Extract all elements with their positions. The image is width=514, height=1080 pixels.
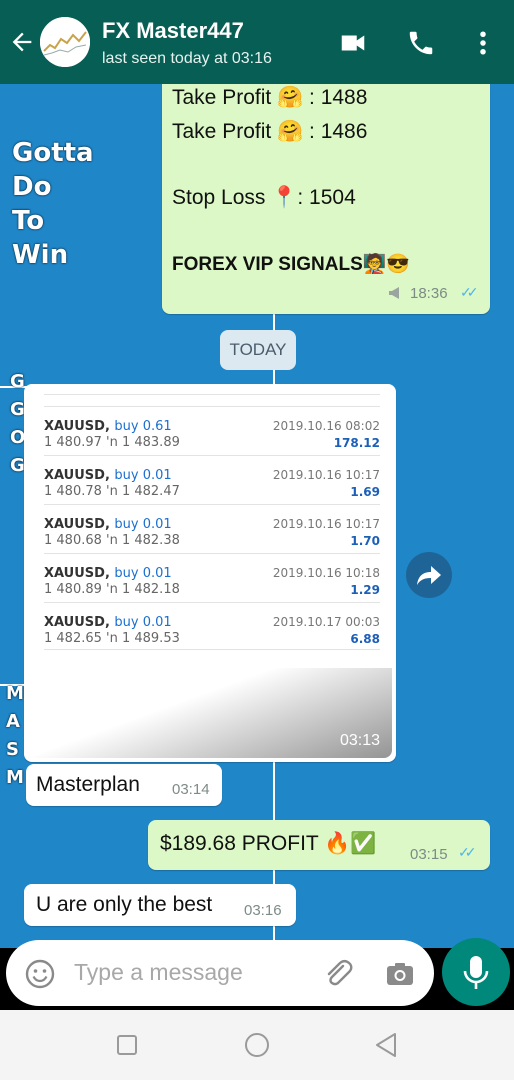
read-receipt-icon: ✓✓ [460, 284, 479, 300]
take-profit-2: Take Profit 🤗 : 1486 [172, 120, 368, 143]
message-placeholder[interactable]: Type a message [74, 959, 243, 986]
voice-message-button[interactable] [442, 938, 510, 1006]
trade-row: XAUUSD, buy 0.01 1 480.68 'n 1 482.38 20… [44, 504, 380, 551]
incoming-message[interactable]: Masterplan 03:14 [26, 764, 222, 806]
attach-icon[interactable] [322, 958, 354, 990]
message-time: 03:13 [339, 732, 380, 749]
signal-message[interactable]: Take Profit 🤗 : 1488 Take Profit 🤗 : 148… [162, 84, 490, 314]
home-icon[interactable] [244, 1032, 270, 1058]
chat-area[interactable]: Gotta Do To Win G G O G M A S M Take Pro… [0, 84, 514, 948]
microphone-icon [463, 956, 489, 989]
emoji-icon[interactable] [24, 958, 56, 990]
last-seen-status: last seen today at 03:16 [102, 50, 272, 67]
more-options-icon[interactable] [468, 28, 498, 58]
back-nav-icon[interactable] [374, 1032, 398, 1058]
contact-name[interactable]: FX Master447 [102, 18, 244, 44]
date-divider: TODAY [220, 330, 296, 370]
trade-row: XAUUSD, buy 0.61 1 480.97 'n 1 483.89 20… [44, 406, 380, 453]
video-call-icon[interactable] [338, 28, 368, 58]
wallpaper-letters: M A S M [6, 683, 24, 788]
message-text: U are only the best [36, 893, 213, 916]
message-time: 18:36 [410, 285, 448, 302]
avatar[interactable] [40, 17, 90, 67]
system-nav-bar [0, 1010, 514, 1080]
phone-call-icon[interactable] [406, 28, 436, 58]
message-time: 03:15 [410, 846, 448, 863]
take-profit-1: Take Profit 🤗 : 1488 [172, 86, 368, 109]
broadcast-icon [389, 287, 399, 299]
message-time: 03:16 [244, 902, 282, 919]
trade-row: XAUUSD, buy 0.01 1 480.89 'n 1 482.18 20… [44, 553, 380, 600]
stop-loss: Stop Loss 📍: 1504 [172, 186, 356, 209]
read-receipt-icon: ✓✓ [458, 844, 477, 860]
chat-header: FX Master447 last seen today at 03:16 [0, 0, 514, 84]
camera-icon[interactable] [384, 958, 416, 990]
message-text: Masterplan [36, 773, 140, 796]
message-input[interactable]: Type a message [6, 940, 434, 1006]
partial-balance-row [44, 388, 380, 395]
back-arrow-icon[interactable] [8, 28, 36, 56]
wallpaper-text: Gotta Do To Win [12, 138, 94, 270]
forward-arrow-icon [417, 566, 441, 585]
image-shade [28, 668, 392, 758]
incoming-message[interactable]: U are only the best 03:16 [24, 884, 296, 926]
trade-history-image[interactable]: XAUUSD, buy 0.61 1 480.97 'n 1 483.89 20… [28, 388, 392, 758]
message-text: $189.68 PROFIT 🔥✅ [160, 832, 377, 855]
trade-row: XAUUSD, buy 0.01 1 482.65 'n 1 489.53 20… [44, 602, 380, 650]
outgoing-message[interactable]: $189.68 PROFIT 🔥✅ 03:15 ✓✓ [148, 820, 490, 870]
message-time: 03:14 [172, 781, 210, 798]
signal-footer: FOREX VIP SIGNALS🧑‍🏫😎 [172, 254, 411, 275]
recents-icon[interactable] [116, 1034, 138, 1056]
trade-row: XAUUSD, buy 0.01 1 480.78 'n 1 482.47 20… [44, 455, 380, 502]
forward-button[interactable] [406, 552, 452, 598]
chart-avatar-icon [40, 17, 90, 67]
